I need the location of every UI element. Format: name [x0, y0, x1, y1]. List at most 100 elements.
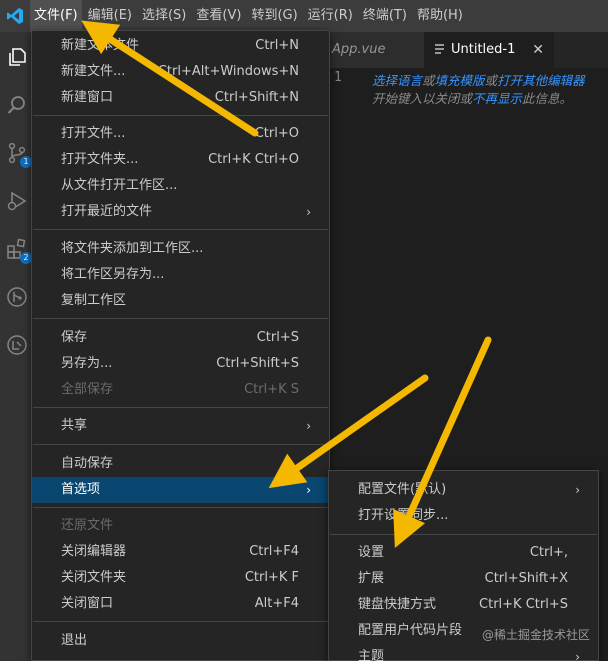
chevron-right-icon: › [575, 650, 580, 661]
menu-item-shortcut: Ctrl+Shift+N [214, 90, 299, 105]
menu-item-label: 还原文件 [61, 518, 114, 533]
menu-item-label: 关闭窗口 [61, 596, 114, 611]
editor-hint-link[interactable]: 不再显示 [472, 91, 522, 106]
menu-item-save-all: 全部保存 Ctrl+K S [32, 377, 329, 403]
menu-item-label: 打开文件夹... [61, 152, 139, 167]
menu-item-duplicate-workspace[interactable]: 复制工作区 [32, 288, 329, 314]
menu-item-settings[interactable]: 设置 Ctrl+, [329, 540, 598, 566]
editor-hint-text: 或 [484, 73, 498, 88]
menu-item-label: 全部保存 [61, 382, 114, 397]
menu-item-revert-file: 还原文件 [32, 513, 329, 539]
menu-item-shortcut: Ctrl+Shift+S [216, 356, 299, 371]
menu-item-label: 新建文本文件 [61, 38, 140, 53]
menu-item-label: 打开文件... [61, 126, 126, 141]
menu-item-close-window[interactable]: 关闭窗口 Alt+F4 [32, 591, 329, 617]
menu-item-close-folder[interactable]: 关闭文件夹 Ctrl+K F [32, 565, 329, 591]
activity-bar: 1 2 [0, 32, 33, 661]
menu-separator [33, 229, 328, 230]
chevron-right-icon: › [575, 483, 580, 497]
line-number: 1 [334, 70, 342, 85]
menu-item-label: 打开设置同步... [358, 508, 449, 523]
editor-hint-link[interactable]: 填充模版 [435, 73, 485, 88]
menu-item-shortcut: Ctrl+K F [244, 570, 299, 585]
editor-hint-link[interactable]: 打开其他编辑器 [497, 73, 585, 88]
menu-item-label: 新建窗口 [61, 90, 114, 105]
menu-item-label: 键盘快捷方式 [358, 597, 437, 612]
chevron-right-icon: › [306, 483, 311, 497]
menu-item-save-as[interactable]: 另存为... Ctrl+Shift+S [32, 351, 329, 377]
menu-item-theme[interactable]: 主题 › [329, 644, 598, 661]
menu-separator [330, 534, 597, 535]
menu-item-shortcut: Ctrl+, [529, 545, 568, 560]
chevron-right-icon: › [306, 419, 311, 433]
menu-item-open-folder[interactable]: 打开文件夹... Ctrl+K Ctrl+O [32, 147, 329, 173]
chevron-right-icon: › [306, 205, 311, 219]
menu-item-shortcut: Ctrl+K S [244, 382, 299, 397]
menu-item-profiles[interactable]: 配置文件(默认) › [329, 477, 598, 503]
menu-item-shortcut: Ctrl+S [256, 330, 299, 345]
menu-item-open-recent[interactable]: 打开最近的文件 › [32, 199, 329, 225]
editor-hint-text: 此信息。 [522, 91, 573, 106]
menu-go[interactable]: 转到(G) [247, 0, 301, 32]
editor-hint-line-1: 选择语言或填充模版或打开其他编辑器 [372, 70, 585, 89]
menu-item-new-file[interactable]: 新建文件... Ctrl+Alt+Windows+N [32, 59, 329, 85]
remote-icon[interactable] [6, 334, 28, 356]
editor-hint-text: 或 [422, 73, 435, 88]
menu-item-label: 自动保存 [61, 456, 114, 471]
editor-hint-line-2: 开始键入以关闭或不再显示此信息。 [372, 88, 572, 107]
watermark: @稀土掘金技术社区 [481, 628, 590, 642]
menu-item-add-folder-to-workspace[interactable]: 将文件夹添加到工作区... [32, 236, 329, 262]
menu-item-settings-sync[interactable]: 打开设置同步... [329, 503, 598, 529]
menu-item-label: 从文件打开工作区... [61, 178, 178, 193]
menu-separator [33, 621, 328, 622]
menu-help[interactable]: 帮助(H) [413, 0, 467, 32]
menu-item-preferences[interactable]: 首选项 › [32, 477, 329, 503]
menu-item-new-window[interactable]: 新建窗口 Ctrl+Shift+N [32, 85, 329, 111]
menu-item-open-file[interactable]: 打开文件... Ctrl+O [32, 121, 329, 147]
menu-run[interactable]: 运行(R) [304, 0, 357, 32]
menu-item-exit[interactable]: 退出 [32, 628, 329, 654]
menu-item-label: 共享 [61, 418, 88, 433]
run-debug-icon[interactable] [6, 190, 28, 212]
git-graph-icon[interactable] [6, 286, 28, 308]
menu-item-label: 主题 [358, 649, 385, 661]
menu-item-shortcut: Alt+F4 [254, 596, 299, 611]
menu-file[interactable]: 文件(F) [30, 0, 82, 32]
menu-item-shortcut: Ctrl+Shift+X [484, 571, 568, 586]
menu-item-shortcut: Ctrl+N [255, 38, 299, 53]
menu-item-label: 首选项 [61, 482, 101, 497]
menu-item-close-editor[interactable]: 关闭编辑器 Ctrl+F4 [32, 539, 329, 565]
menu-separator [33, 507, 328, 508]
menu-item-auto-save[interactable]: 自动保存 [32, 451, 329, 477]
menu-item-label: 配置用户代码片段 [358, 623, 463, 638]
menu-separator [33, 444, 328, 445]
menu-terminal[interactable]: 终端(T) [359, 0, 411, 32]
menu-item-label: 将文件夹添加到工作区... [61, 241, 204, 256]
menu-item-save[interactable]: 保存 Ctrl+S [32, 325, 329, 351]
menu-item-save-workspace-as[interactable]: 将工作区另存为... [32, 262, 329, 288]
menu-separator [33, 407, 328, 408]
search-icon[interactable] [6, 94, 28, 116]
editor-hint-link[interactable]: 选择语言 [372, 73, 422, 88]
menu-item-shortcut: Ctrl+O [254, 126, 299, 141]
menu-item-label: 配置文件(默认) [358, 482, 447, 497]
file-icon [435, 44, 444, 54]
menu-edit[interactable]: 编辑(E) [84, 0, 136, 32]
tab-app-vue[interactable]: App.vue [328, 32, 424, 68]
menu-selection[interactable]: 选择(S) [138, 0, 190, 32]
editor-tab-bar: App.vue Untitled-1 ✕ [328, 32, 608, 68]
menu-item-extensions[interactable]: 扩展 Ctrl+Shift+X [329, 566, 598, 592]
close-icon[interactable]: ✕ [532, 32, 544, 68]
menu-item-label: 另存为... [61, 356, 113, 371]
vscode-logo-icon [0, 0, 30, 32]
menu-item-open-workspace-from-file[interactable]: 从文件打开工作区... [32, 173, 329, 199]
menu-item-share[interactable]: 共享 › [32, 413, 329, 439]
tab-untitled-1[interactable]: Untitled-1 ✕ [424, 32, 554, 68]
menu-item-new-text-file[interactable]: 新建文本文件 Ctrl+N [32, 33, 329, 59]
menu-item-keyboard-shortcuts[interactable]: 键盘快捷方式 Ctrl+K Ctrl+S [329, 592, 598, 618]
explorer-icon[interactable] [6, 46, 28, 68]
menu-view[interactable]: 查看(V) [192, 0, 245, 32]
menu-item-label: 打开最近的文件 [61, 204, 153, 219]
file-menu: 新建文本文件 Ctrl+N 新建文件... Ctrl+Alt+Windows+N… [31, 30, 330, 661]
tab-label: Untitled-1 [451, 42, 516, 57]
